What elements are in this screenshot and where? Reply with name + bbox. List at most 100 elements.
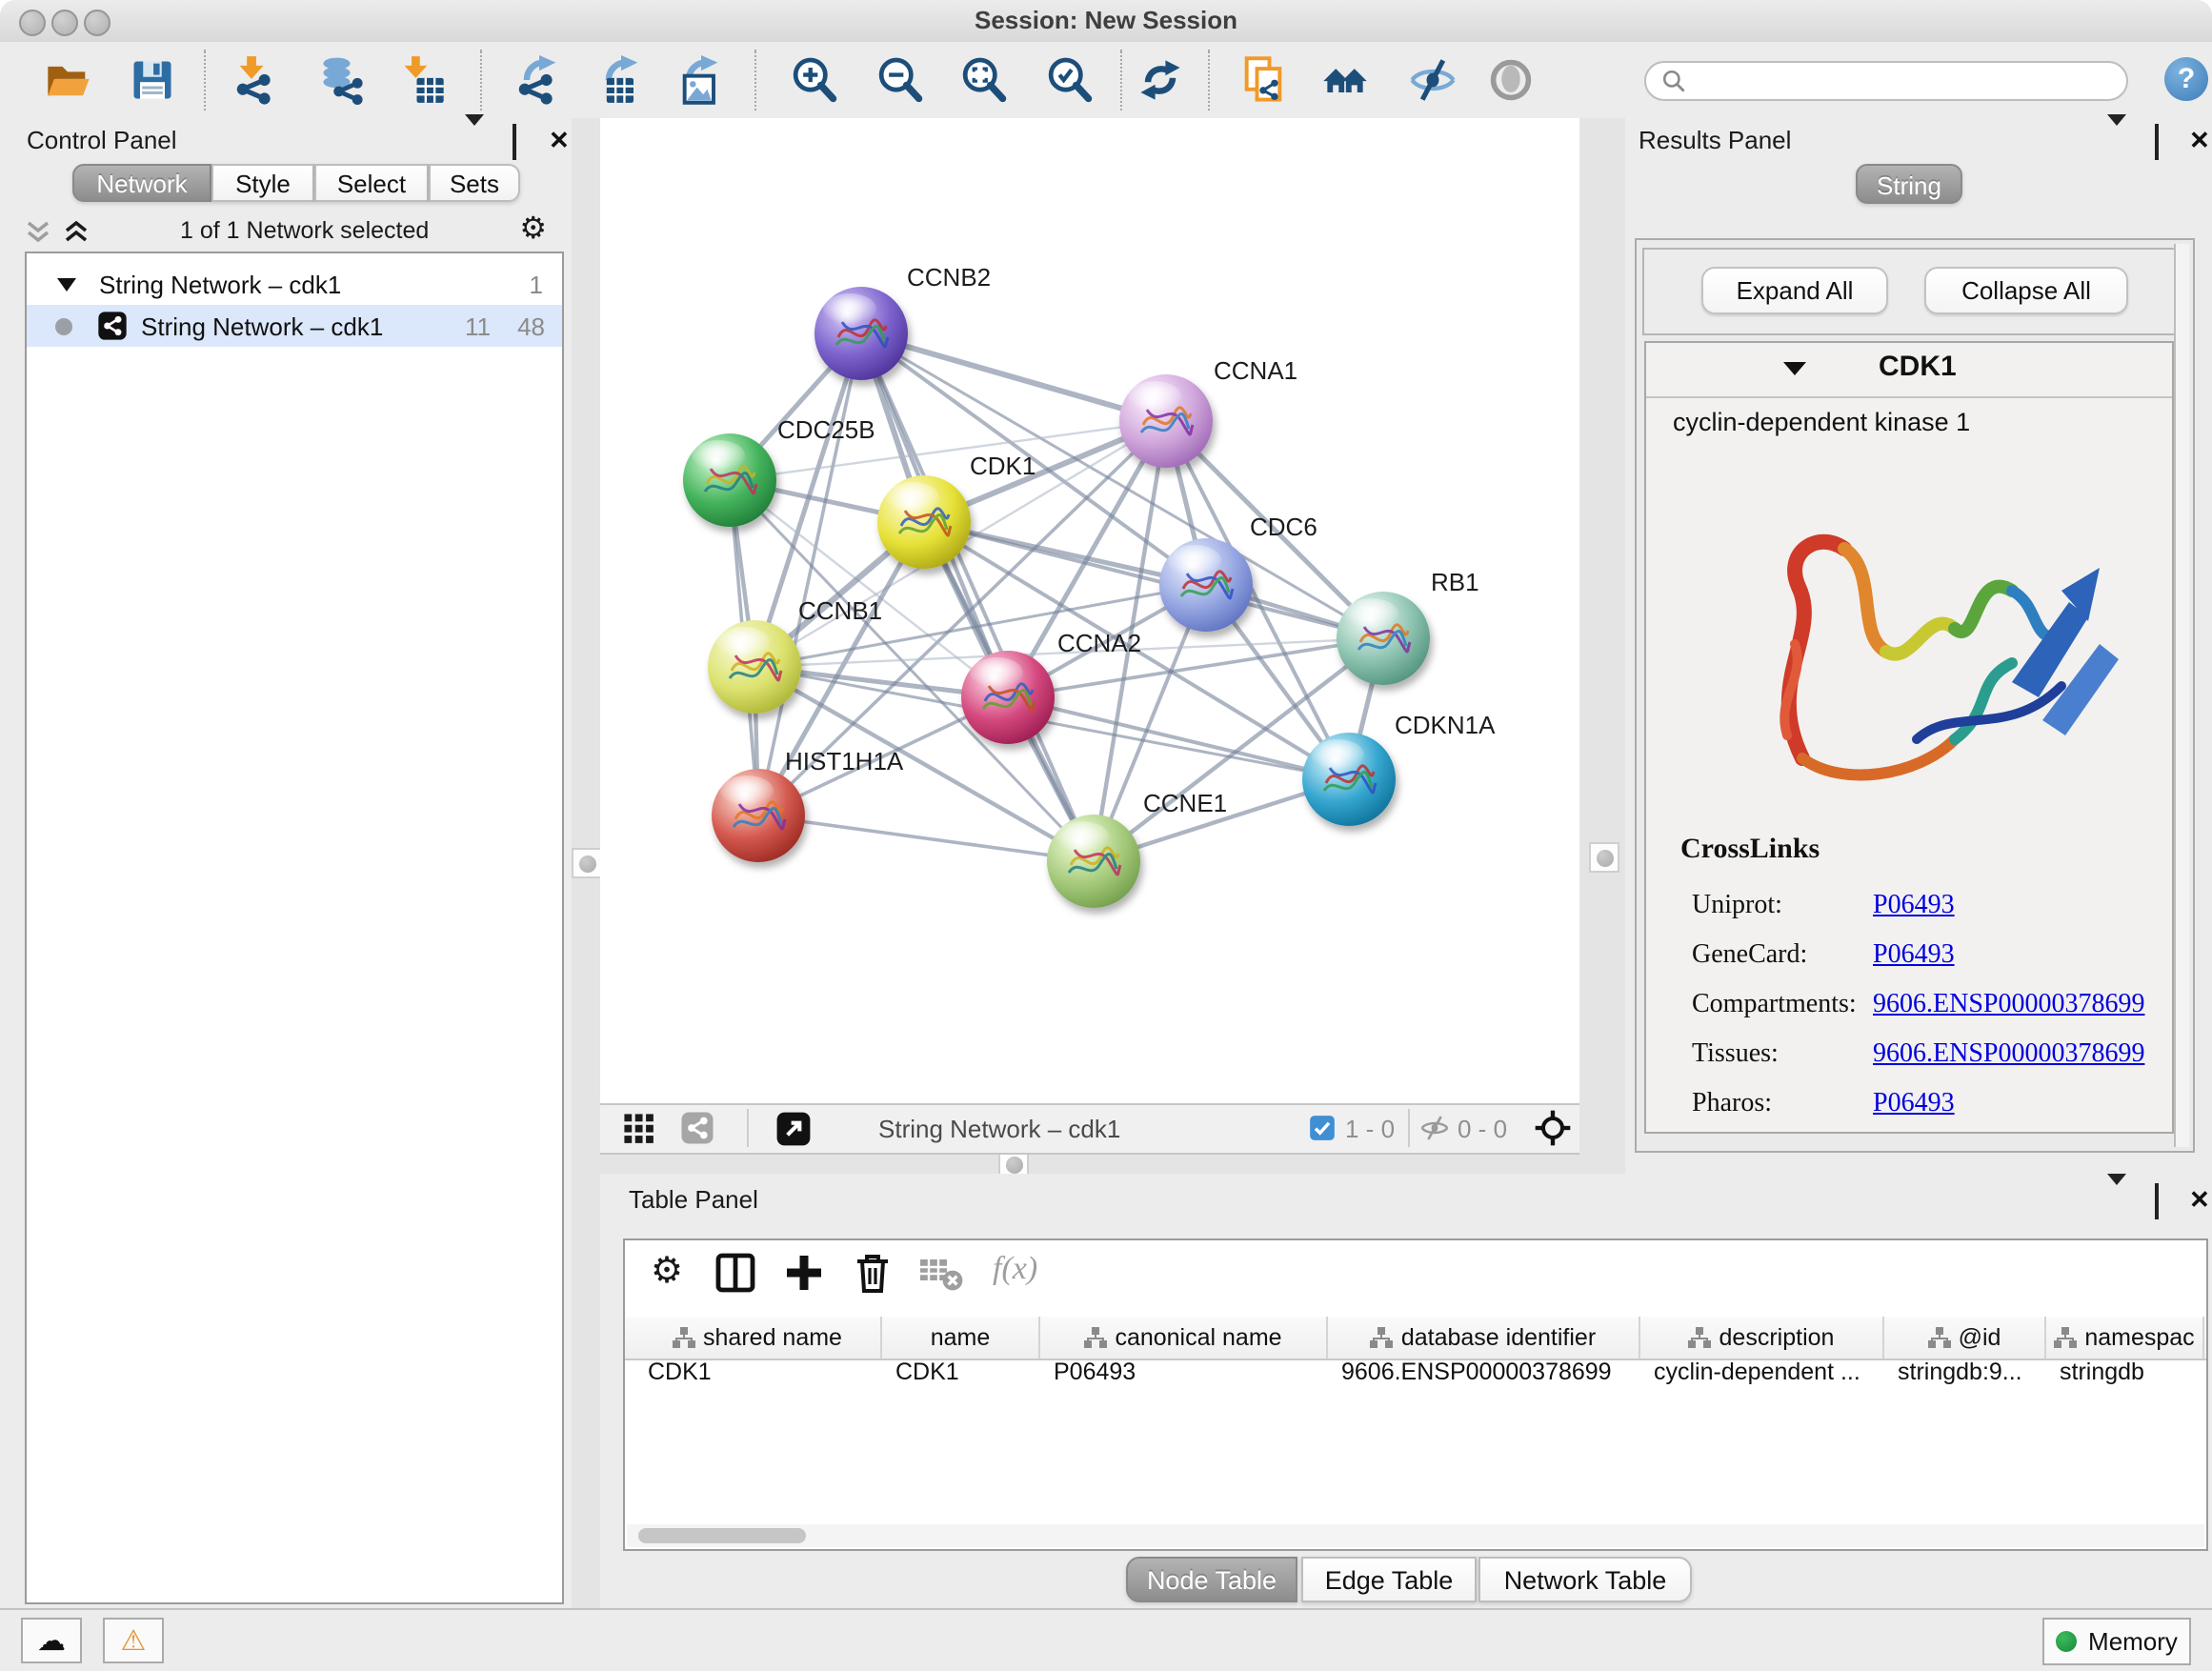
crosslink-link[interactable]: P06493 (1873, 941, 1955, 972)
add-column-plus-icon[interactable] (781, 1250, 827, 1296)
scrollbar-thumb[interactable] (638, 1528, 806, 1543)
cell-canonical-name[interactable]: P06493 (1040, 1359, 1328, 1397)
control-panel-float-icon[interactable] (513, 126, 516, 160)
export-table-icon[interactable] (596, 55, 646, 105)
table-panel-close-icon[interactable]: ✕ (2189, 1187, 2210, 1212)
grid-view-icon[interactable] (623, 1113, 655, 1145)
node-CCNE1[interactable] (1047, 815, 1140, 908)
tab-select[interactable]: Select (314, 164, 429, 202)
tab-network[interactable]: Network (72, 164, 211, 202)
network-row-selected[interactable]: String Network – cdk1 11 48 (27, 305, 562, 347)
export-image-icon[interactable] (676, 55, 726, 105)
node-HIST1H1A[interactable] (712, 769, 805, 862)
refresh-layout-icon[interactable] (1136, 55, 1185, 105)
network-collection-row[interactable]: String Network – cdk1 1 (27, 263, 562, 305)
show-columns-icon[interactable] (713, 1250, 758, 1296)
results-panel-float-icon[interactable] (2155, 126, 2159, 160)
hide-graphics-details-icon[interactable] (1408, 55, 1458, 105)
zoom-fit-icon[interactable] (958, 55, 1008, 105)
node-RB1[interactable] (1337, 592, 1430, 685)
tab-edge-table[interactable]: Edge Table (1301, 1557, 1477, 1602)
search-input[interactable] (1686, 66, 2126, 96)
tab-network-table[interactable]: Network Table (1478, 1557, 1692, 1602)
network-options-gear-icon[interactable]: ⚙ (519, 215, 547, 246)
table-horizontal-scrollbar[interactable] (627, 1524, 2204, 1547)
results-scrollbar[interactable] (2174, 244, 2189, 1147)
save-session-icon[interactable] (128, 55, 177, 105)
results-panel-collapse-icon[interactable] (2107, 126, 2126, 160)
column-header-namespac[interactable]: namespac (2046, 1317, 2204, 1359)
column-header--id[interactable]: @id (1884, 1317, 2046, 1359)
right-splitter[interactable] (1579, 118, 1625, 1174)
help-button[interactable]: ? (2164, 57, 2208, 101)
node-CDC25B[interactable] (683, 433, 776, 527)
crosslink-link[interactable]: 9606.ENSP00000378699 (1873, 1040, 2144, 1071)
tab-style[interactable]: Style (211, 164, 314, 202)
collapse-all-button[interactable]: Collapse All (1924, 267, 2128, 314)
control-panel-close-icon[interactable]: ✕ (549, 128, 570, 152)
import-network-icon[interactable] (232, 55, 282, 105)
column-header-name[interactable]: name (882, 1317, 1040, 1359)
zoom-selected-icon[interactable] (1044, 55, 1094, 105)
table-panel-float-icon[interactable] (2155, 1185, 2159, 1219)
network-canvas[interactable]: CCNB2 CCNA1 CDC25B CDK1 CDC6 RB1 CCNB1 (600, 118, 1579, 1103)
memory-button[interactable]: Memory (2042, 1618, 2191, 1665)
network-share-gray-icon[interactable] (680, 1111, 714, 1145)
edge[interactable] (758, 815, 1094, 861)
cloud-status-button[interactable]: ☁ (21, 1618, 82, 1663)
column-header-description[interactable]: description (1640, 1317, 1884, 1359)
column-header-shared-name[interactable]: shared name (634, 1317, 882, 1359)
zoom-out-icon[interactable] (875, 55, 924, 105)
duplicate-network-icon[interactable] (1238, 55, 1288, 105)
table-settings-gear-icon[interactable]: ⚙ (644, 1250, 690, 1296)
node-CCNA1[interactable] (1119, 374, 1213, 468)
open-in-new-window-icon[interactable] (775, 1111, 812, 1147)
control-panel-collapse-icon[interactable] (465, 126, 484, 160)
crosslink-link[interactable]: 9606.ENSP00000378699 (1873, 991, 2144, 1021)
protein-card-header[interactable]: CDK1 (1646, 343, 2172, 398)
tab-node-table[interactable]: Node Table (1126, 1557, 1297, 1602)
import-table-icon[interactable] (398, 55, 448, 105)
protein-card-expander-icon[interactable] (1783, 362, 1806, 375)
collapse-all-chevrons-icon[interactable] (63, 218, 90, 243)
edge[interactable] (861, 333, 1166, 421)
import-database-icon[interactable] (318, 55, 368, 105)
open-session-icon[interactable] (44, 55, 93, 105)
collection-expander-icon[interactable] (57, 277, 76, 291)
search-box[interactable] (1644, 61, 2128, 101)
selected-checkbox-icon[interactable] (1309, 1115, 1336, 1141)
node-CCNB1[interactable] (708, 620, 801, 714)
left-splitter-handle[interactable] (572, 848, 602, 878)
export-network-icon[interactable] (514, 55, 564, 105)
results-panel-close-icon[interactable]: ✕ (2189, 128, 2210, 152)
edge[interactable] (758, 333, 861, 815)
node-CDK1[interactable] (877, 475, 971, 569)
zoom-in-icon[interactable] (789, 55, 838, 105)
tab-string[interactable]: String (1856, 164, 1962, 204)
right-splitter-handle[interactable] (1589, 842, 1619, 873)
table-panel-collapse-icon[interactable] (2107, 1185, 2126, 1219)
node-CDC6[interactable] (1159, 538, 1253, 632)
delete-column-trash-icon[interactable] (850, 1250, 895, 1296)
expand-all-button[interactable]: Expand All (1701, 267, 1888, 314)
show-graphics-details-icon[interactable] (1486, 55, 1536, 105)
column-header-database-identifier[interactable]: database identifier (1328, 1317, 1640, 1359)
column-header-canonical-name[interactable]: canonical name (1040, 1317, 1328, 1359)
expand-all-chevrons-icon[interactable] (25, 218, 51, 243)
node-CCNA2[interactable] (961, 651, 1055, 744)
crosslink-link[interactable]: P06493 (1873, 1090, 1955, 1120)
warnings-button[interactable]: ⚠ (103, 1618, 164, 1663)
cell-namespac[interactable]: stringdb (2046, 1359, 2204, 1397)
cell--id[interactable]: stringdb:9... (1884, 1359, 2046, 1397)
cell-database-identifier[interactable]: 9606.ENSP00000378699 (1328, 1359, 1640, 1397)
cell-name[interactable]: CDK1 (882, 1359, 1040, 1397)
edge[interactable] (861, 333, 1094, 861)
crosslink-link[interactable]: P06493 (1873, 892, 1955, 922)
tab-sets[interactable]: Sets (429, 164, 520, 202)
home-icon[interactable] (1320, 55, 1370, 105)
cell-description[interactable]: cyclin-dependent ... (1640, 1359, 1884, 1397)
node-CDKN1A[interactable] (1302, 733, 1396, 826)
node-CCNB2[interactable] (814, 287, 908, 380)
fit-selected-crosshair-icon[interactable] (1534, 1109, 1572, 1147)
cell-shared-name[interactable]: CDK1 (634, 1359, 882, 1397)
